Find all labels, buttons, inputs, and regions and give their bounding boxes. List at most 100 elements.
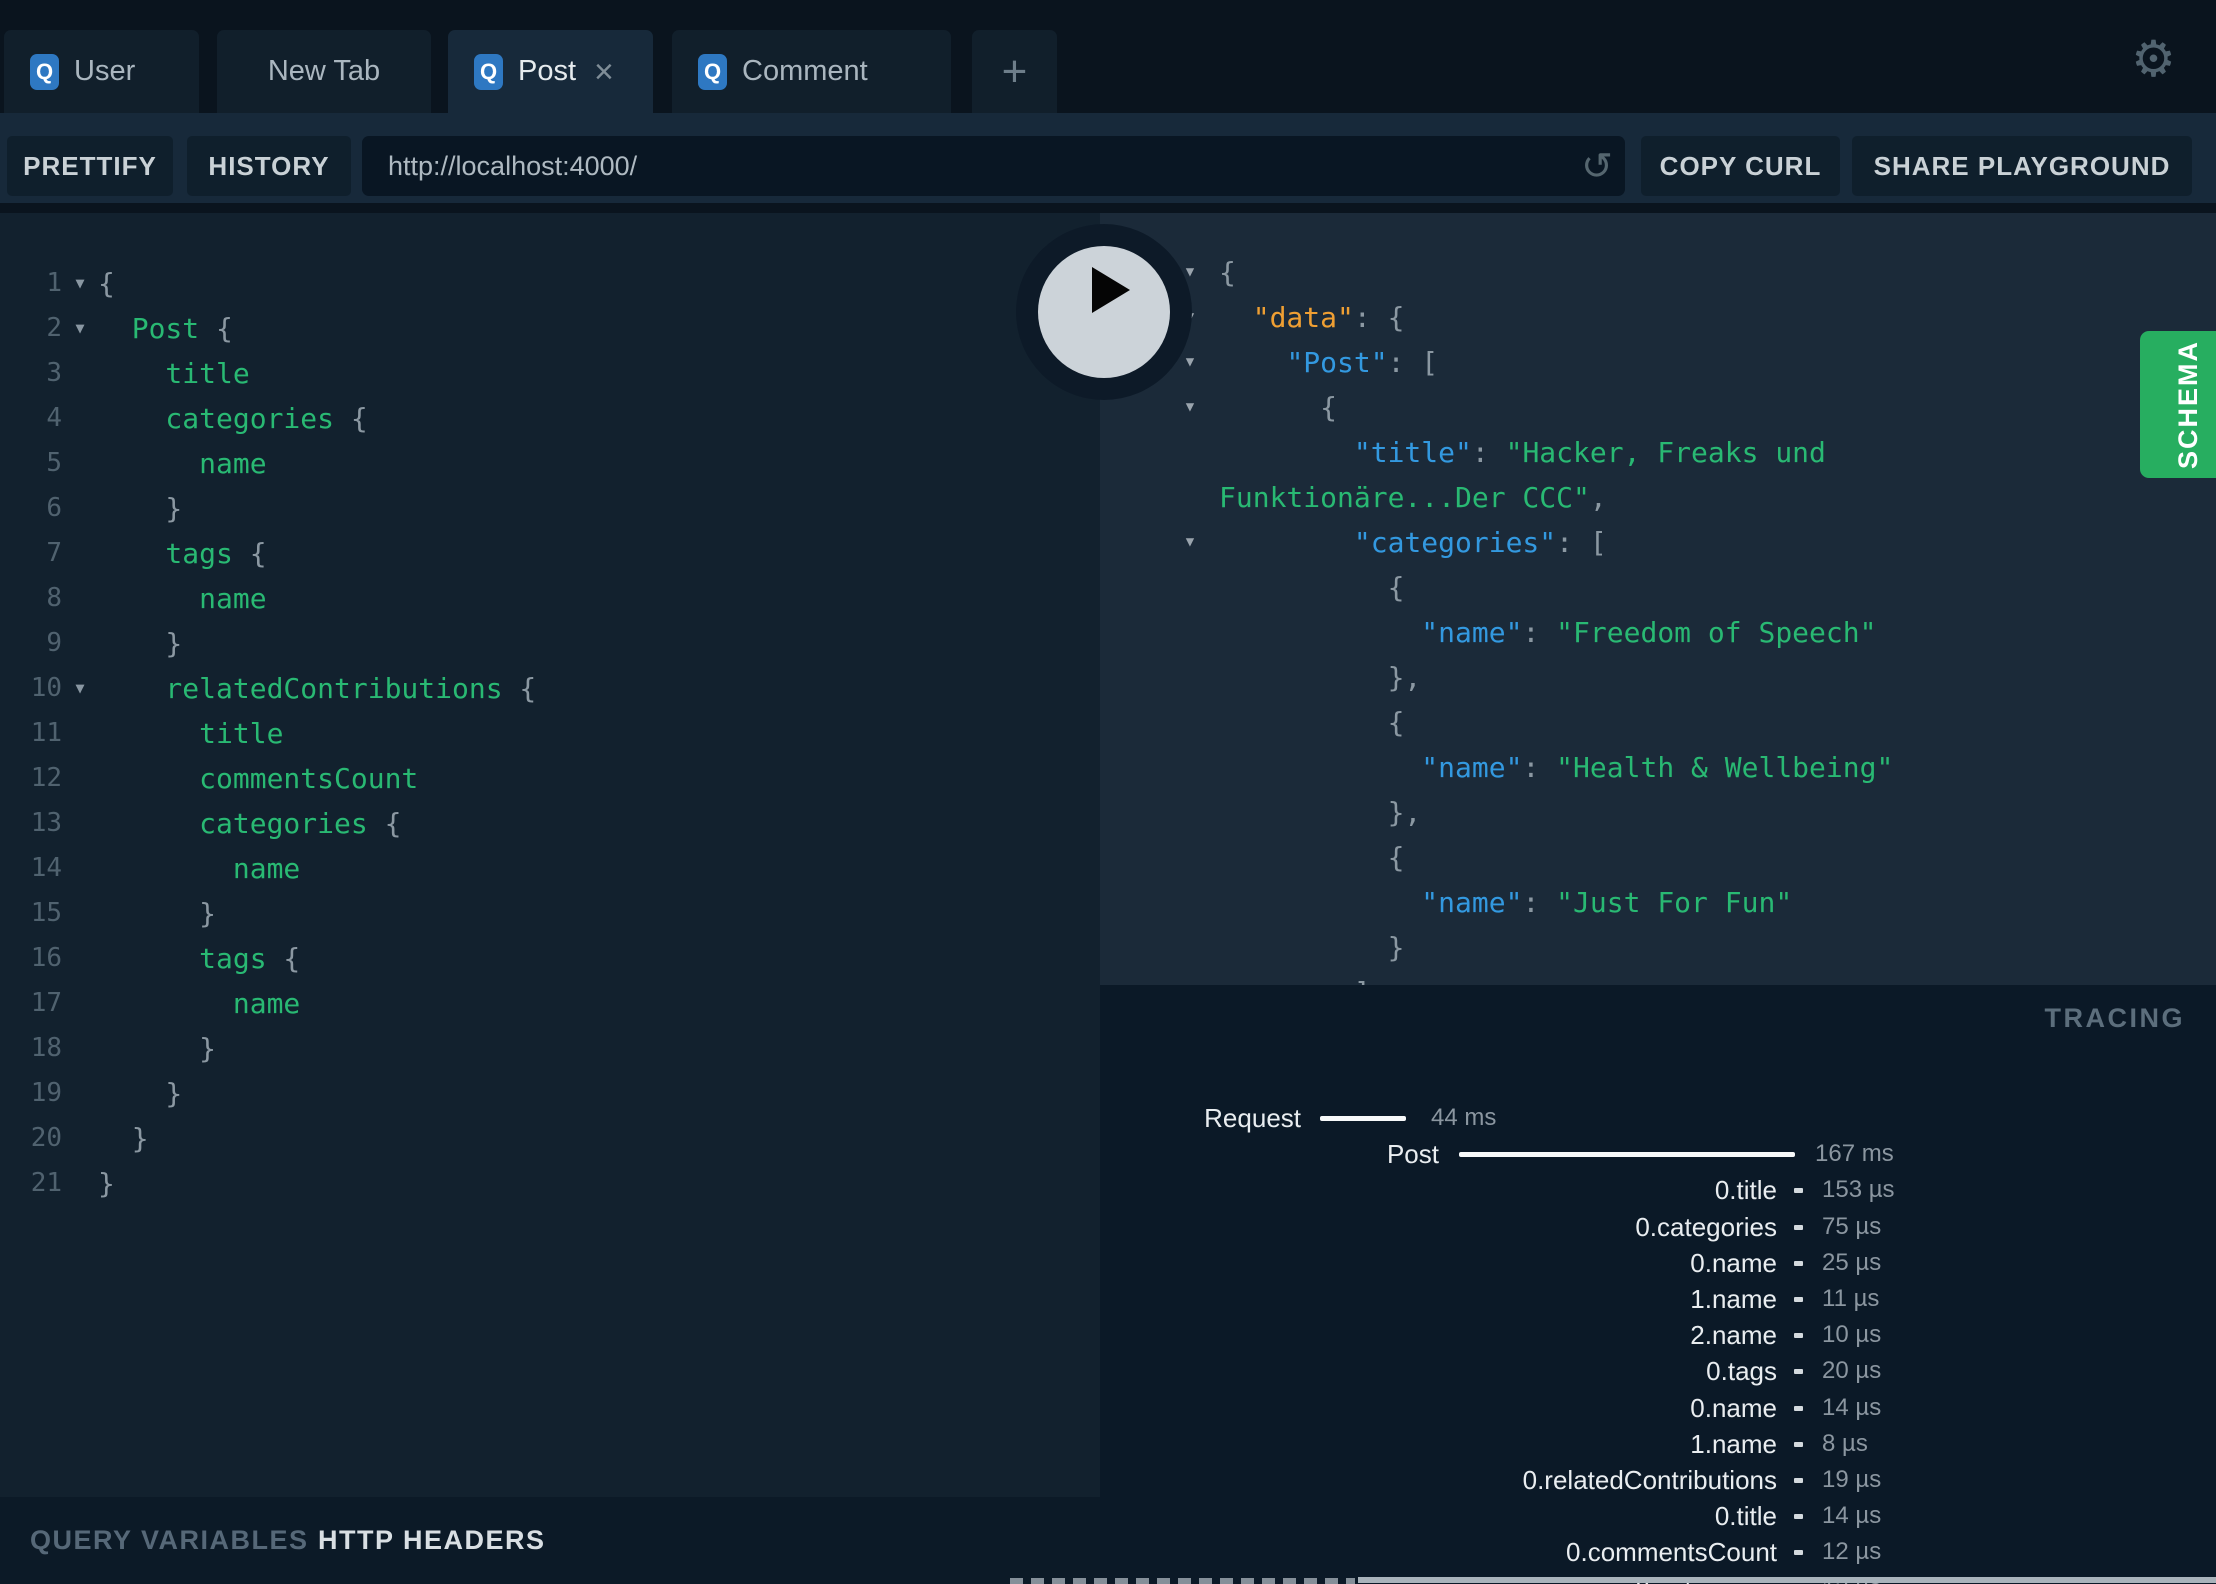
editor-code-line[interactable]: 11 title <box>0 711 1100 756</box>
fold-arrow-icon[interactable]: ▼ <box>1178 520 1202 565</box>
history-button[interactable]: HISTORY <box>187 136 351 196</box>
tracing-row: 1.name 11 µs <box>1100 1281 2216 1317</box>
close-tab-icon[interactable]: × <box>594 55 614 89</box>
code-token: Funktionäre...Der CCC" <box>1219 481 1590 514</box>
editor-code-line[interactable]: 13 categories { <box>0 801 1100 846</box>
code-token: } <box>98 1077 183 1110</box>
execute-button[interactable] <box>1016 224 1192 400</box>
editor-code-line[interactable]: 5 name <box>0 441 1100 486</box>
tab-label: Comment <box>742 55 868 87</box>
code-token: { <box>1219 571 1405 604</box>
tab-post[interactable]: Q Post × <box>448 30 653 113</box>
code-token: categories <box>98 402 335 435</box>
editor-code-line[interactable]: 14 name <box>0 846 1100 891</box>
editor-code-line[interactable]: 9 } <box>0 621 1100 666</box>
code-text: } <box>98 1116 149 1161</box>
prettify-button[interactable]: PRETTIFY <box>7 136 173 196</box>
editor-code-line[interactable]: 21} <box>0 1161 1100 1206</box>
tracing-resolver-label: 0.categories <box>1635 1211 1777 1242</box>
tracing-duration-value: 8 µs <box>1822 1429 1868 1457</box>
editor-code-line[interactable]: 3 title <box>0 351 1100 396</box>
tracing-duration-value: 10 µs <box>1822 1321 1882 1349</box>
copy-curl-button[interactable]: COPY CURL <box>1641 136 1840 196</box>
tracing-resolver-label: 0.name <box>1690 1247 1777 1278</box>
fold-arrow-icon[interactable]: ▼ <box>62 666 98 711</box>
code-token: { <box>334 402 368 435</box>
http-headers-tab[interactable]: HTTP HEADERS <box>318 1497 546 1584</box>
line-number: 19 <box>30 1078 62 1108</box>
play-icon <box>1092 267 1130 313</box>
code-token: }, <box>1219 796 1422 829</box>
tracing-duration-value: 12 µs <box>1822 1538 1882 1566</box>
line-number: 6 <box>46 493 62 523</box>
code-text: tags { <box>98 531 266 576</box>
code-text: Post { <box>98 306 233 351</box>
code-text: } <box>98 1026 216 1071</box>
fold-arrow-icon[interactable]: ▼ <box>62 261 98 306</box>
editor-code-line[interactable]: 17 name <box>0 981 1100 1026</box>
fold-arrow-icon[interactable]: ▼ <box>62 306 98 351</box>
code-token: { <box>98 267 115 300</box>
tracing-duration-value: 11 µs <box>1822 1285 1880 1312</box>
tracing-dash <box>1794 1297 1803 1302</box>
share-playground-button[interactable]: SHARE PLAYGROUND <box>1852 136 2192 196</box>
code-token: : { <box>1353 301 1405 334</box>
add-tab-button[interactable]: + <box>972 30 1057 113</box>
tab-user[interactable]: Q User <box>4 30 199 113</box>
editor-code-line[interactable]: 19 } <box>0 1071 1100 1116</box>
editor-code-line[interactable]: 18 } <box>0 1026 1100 1071</box>
tracing-duration-value: 167 ms <box>1815 1140 1894 1168</box>
editor-code-line[interactable]: 2 ▼ Post { <box>0 306 1100 351</box>
code-token: : [ <box>1387 346 1439 379</box>
settings-gear-icon[interactable]: ⚙ <box>2131 30 2176 88</box>
code-token: categories <box>98 807 368 840</box>
code-text: tags { <box>98 936 300 981</box>
editor-code-line[interactable]: 6 } <box>0 486 1100 531</box>
editor-code-line[interactable]: 4 categories { <box>0 396 1100 441</box>
editor-code-line[interactable]: 16 tags { <box>0 936 1100 981</box>
editor-code-line[interactable]: 15 } <box>0 891 1100 936</box>
tab-comment[interactable]: Q Comment <box>672 30 951 113</box>
code-token: : <box>1471 436 1506 469</box>
code-text: } <box>98 486 182 531</box>
code-token: { <box>1219 256 1236 289</box>
response-code-line: }, <box>1100 655 2216 700</box>
code-text: commentsCount <box>98 756 418 801</box>
schema-tab[interactable]: SCHEMA <box>2140 331 2216 478</box>
code-token: relatedContributions <box>98 672 503 705</box>
tracing-resolver-label: 0.title <box>1714 1501 1777 1532</box>
line-number: 1 <box>46 268 62 298</box>
code-token: "name" <box>1421 751 1523 784</box>
query-editor[interactable]: 1 ▼{2 ▼ Post {3 title 4 categories {5 name 6… <box>0 213 1100 1497</box>
code-text: } <box>98 1071 182 1116</box>
editor-code-line[interactable]: 7 tags { <box>0 531 1100 576</box>
tracing-dash <box>1794 1369 1803 1375</box>
endpoint-url-field: ↺ <box>362 136 1625 196</box>
editor-code-line[interactable]: 8 name <box>0 576 1100 621</box>
tab-label: User <box>74 55 136 87</box>
endpoint-url-input[interactable] <box>362 150 1569 182</box>
line-number: 13 <box>30 808 62 838</box>
tracing-dash <box>1794 1441 1803 1447</box>
tab-new-tab[interactable]: New Tab <box>217 30 431 113</box>
response-code-line: { <box>1100 565 2216 610</box>
query-variables-tab[interactable]: QUERY VARIABLES <box>30 1497 309 1584</box>
fold-arrow-icon[interactable]: ▼ <box>1178 385 1202 430</box>
editor-code-line[interactable]: 10 ▼ relatedContributions { <box>0 666 1100 711</box>
editor-code-line[interactable]: 12 commentsCount <box>0 756 1100 801</box>
tracing-duration-value: 25 µs <box>1822 1248 1882 1276</box>
code-text: { <box>98 261 115 306</box>
tracing-horizontal-scrollbar[interactable] <box>1358 1577 2216 1583</box>
tracing-row: 0.relatedContributions 19 µs <box>1100 1462 2216 1498</box>
editor-code-line[interactable]: 1 ▼{ <box>0 261 1100 306</box>
code-text: name <box>98 576 266 621</box>
editor-code-line[interactable]: 20 } <box>0 1116 1100 1161</box>
reload-icon[interactable]: ↺ <box>1569 144 1625 188</box>
